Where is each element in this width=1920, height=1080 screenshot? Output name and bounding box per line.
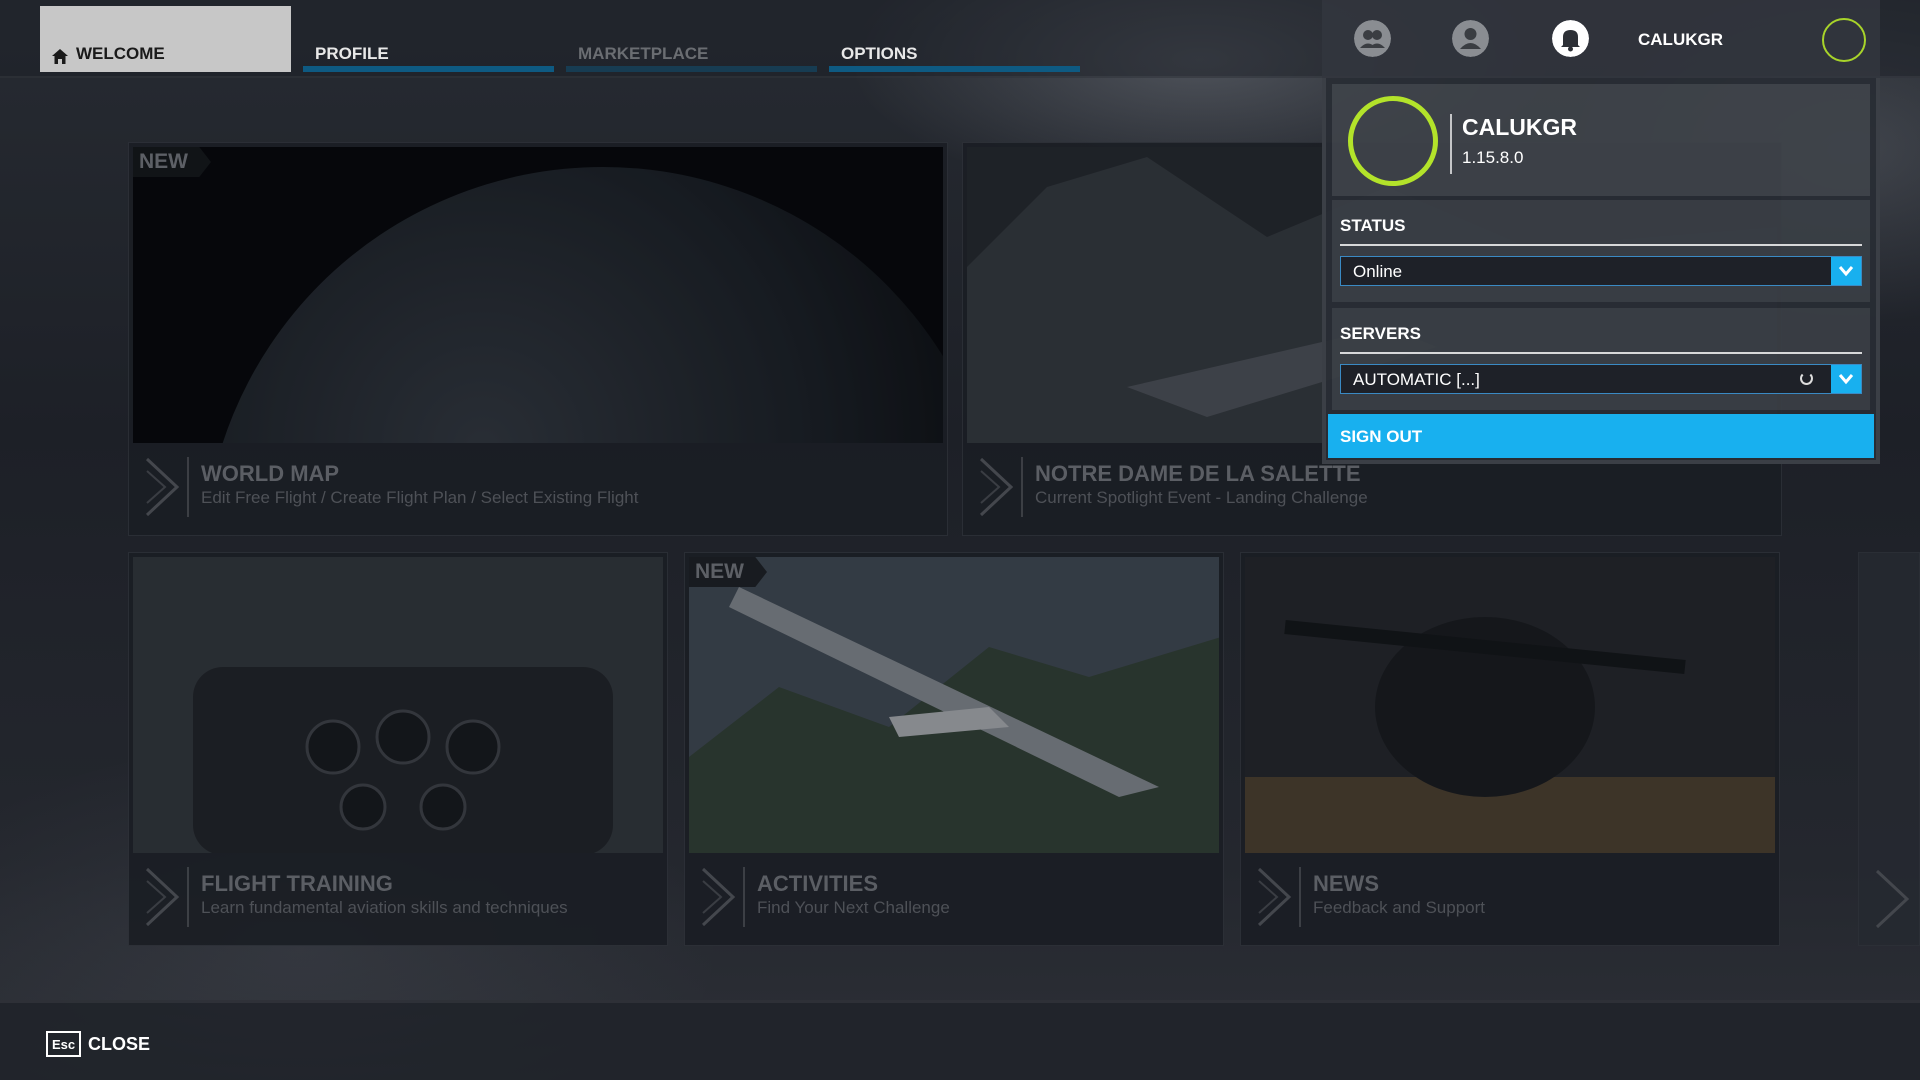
friends-icon[interactable] <box>1354 20 1391 57</box>
tile-subtitle: Feedback and Support <box>1313 898 1486 917</box>
tile-title: NOTRE DAME DE LA SALETTE <box>1035 461 1361 486</box>
profile-summary: CALUKGR 1.15.8.0 <box>1332 84 1870 196</box>
notifications-bell-icon[interactable] <box>1552 20 1589 57</box>
tab-options[interactable]: OPTIONS <box>829 6 1080 72</box>
chevron-right-icon <box>1257 867 1292 927</box>
chevron-down-icon[interactable] <box>1831 365 1861 393</box>
status-value: Online <box>1353 262 1403 281</box>
tab-welcome[interactable]: WELCOME <box>40 6 291 72</box>
tile-caption: ACTIVITIES Find Your Next Challenge <box>685 853 1223 945</box>
chevron-right-icon <box>1875 869 1910 929</box>
tile-next-partial[interactable] <box>1858 552 1920 946</box>
profile-username: CALUKGR <box>1462 114 1577 140</box>
close-button[interactable]: CLOSE <box>88 1034 150 1055</box>
tile-caption: NEWS Feedback and Support <box>1241 853 1779 945</box>
chevron-right-icon <box>701 867 736 927</box>
chevron-right-icon <box>979 457 1014 517</box>
status-title: STATUS <box>1340 216 1406 235</box>
tile-activities[interactable]: NEW ACTIVITIES Find Your Next Challenge <box>684 552 1224 946</box>
home-icon <box>52 49 68 64</box>
status-dropdown[interactable]: Online <box>1340 256 1862 286</box>
servers-title: SERVERS <box>1340 324 1421 343</box>
loading-spinner-icon <box>1800 372 1813 385</box>
tile-news[interactable]: NEWS Feedback and Support <box>1240 552 1780 946</box>
chevron-down-icon[interactable] <box>1831 257 1861 285</box>
tab-label: OPTIONS <box>841 44 918 63</box>
tile-title: WORLD MAP <box>201 461 340 486</box>
tile-subtitle: Current Spotlight Event - Landing Challe… <box>1035 488 1368 507</box>
tile-title: FLIGHT TRAINING <box>201 871 393 896</box>
profile-header-bar: CALUKGR <box>1322 0 1880 78</box>
tile-subtitle: Learn fundamental aviation skills and te… <box>201 898 568 917</box>
profile-dropdown: CALUKGR 1.15.8.0 STATUS Online SERVERS A… <box>1322 78 1880 464</box>
tile-caption: FLIGHT TRAINING Learn fundamental aviati… <box>129 853 667 945</box>
sign-out-button[interactable]: SIGN OUT <box>1328 414 1874 458</box>
tab-marketplace[interactable]: MARKETPLACE <box>566 6 817 72</box>
tile-world-map[interactable]: NEW WORLD MAP Edit Free Flight / Create … <box>128 142 948 536</box>
chevron-right-icon <box>145 457 180 517</box>
avatar-large <box>1348 96 1438 186</box>
new-badge: NEW <box>133 147 211 177</box>
tab-label: WELCOME <box>76 44 165 63</box>
tab-label: PROFILE <box>315 44 389 63</box>
chevron-right-icon <box>145 867 180 927</box>
tab-label: MARKETPLACE <box>578 44 709 63</box>
tile-title: ACTIVITIES <box>757 871 879 896</box>
esc-key-hint: Esc <box>46 1031 81 1057</box>
servers-section: SERVERS AUTOMATIC [...] <box>1332 308 1870 410</box>
avatar[interactable] <box>1822 18 1866 62</box>
tile-title: NEWS <box>1313 871 1379 896</box>
tile-flight-training[interactable]: FLIGHT TRAINING Learn fundamental aviati… <box>128 552 668 946</box>
bottom-bar: Esc CLOSE <box>0 1000 1920 1080</box>
profile-icon[interactable] <box>1452 20 1489 57</box>
status-section: STATUS Online <box>1332 200 1870 302</box>
username-label: CALUKGR <box>1638 30 1723 49</box>
servers-dropdown[interactable]: AUTOMATIC [...] <box>1340 364 1862 394</box>
servers-value: AUTOMATIC [...] <box>1353 370 1480 389</box>
new-badge: NEW <box>689 557 767 587</box>
tab-profile[interactable]: PROFILE <box>303 6 554 72</box>
tile-subtitle: Find Your Next Challenge <box>757 898 950 917</box>
tile-caption: WORLD MAP Edit Free Flight / Create Flig… <box>129 443 947 535</box>
version-label: 1.15.8.0 <box>1462 148 1524 167</box>
tile-subtitle: Edit Free Flight / Create Flight Plan / … <box>201 488 639 507</box>
